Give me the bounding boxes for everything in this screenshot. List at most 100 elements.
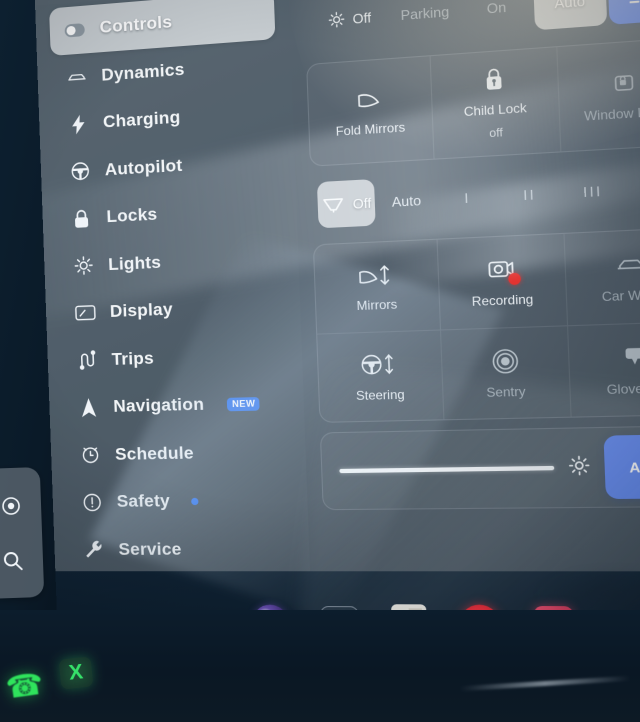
brightness-slider[interactable] [339, 465, 555, 474]
wipers-speed-1-label: I [464, 189, 471, 206]
sidebar-item-label: Locks [106, 204, 158, 227]
sidebar-item-trips[interactable]: Trips [61, 330, 288, 385]
cell-label: Fold Mirrors [335, 119, 406, 139]
display-icon [74, 305, 97, 322]
sidebar-item-schedule[interactable]: Schedule [64, 427, 291, 479]
sidebar-item-label: Service [118, 538, 182, 559]
locate-icon[interactable] [0, 494, 22, 517]
lights-off-label: Off [352, 9, 372, 27]
cell-label: Steering [355, 386, 405, 403]
glovebox-button[interactable]: Glovebox [567, 321, 640, 417]
quick-actions-grid: Mirrors Recording Car Wash Steering Sent… [312, 226, 640, 423]
brightness-auto-button[interactable]: Auto [603, 434, 640, 500]
lights-parking-label: Parking [400, 2, 450, 23]
car-wash-icon [615, 249, 640, 280]
brightness-auto-label: Auto [628, 458, 640, 476]
grid-row: Steering Sentry Glovebox [317, 320, 640, 422]
recording-indicator-dot [508, 272, 522, 286]
wrench-icon [82, 540, 105, 559]
search-icon[interactable] [2, 549, 25, 572]
cell-label: Recording [471, 291, 534, 310]
car-icon [65, 70, 87, 84]
child-lock-icon [483, 64, 504, 94]
sidebar-item-label: Display [109, 299, 174, 322]
lights-auto-label: Auto [554, 0, 586, 11]
steering-button[interactable]: Steering [317, 331, 443, 422]
sidebar-nav: Controls Dynamics Charging Autopilot Loc… [35, 0, 311, 607]
sidebar-item-display[interactable]: Display [59, 281, 286, 337]
wipers-off-button[interactable]: Off [316, 178, 377, 229]
sidebar-item-label: Safety [116, 491, 171, 512]
car-wash-button[interactable]: Car Wash [563, 227, 640, 326]
sidebar-item-label: Dynamics [101, 59, 185, 85]
high-beam-icon [629, 0, 640, 7]
window-lock-button[interactable]: Window Lock [556, 37, 640, 152]
cell-sublabel: off [489, 126, 504, 141]
car-interior-bottom [0, 610, 640, 722]
window-lock-icon [613, 67, 636, 98]
sidebar-item-label: Charging [102, 107, 181, 132]
lights-parking-button[interactable]: Parking [390, 0, 461, 41]
sun-icon [72, 256, 95, 276]
wipers-segmented-control: Off Auto I II III [310, 155, 640, 235]
sidebar-item-service[interactable]: Service [68, 525, 296, 574]
sidebar-item-navigation[interactable]: Navigation NEW [63, 379, 290, 432]
mirror-lock-panel: Fold Mirrors Child Lock off Window Lock [306, 36, 640, 167]
alarm-clock-icon [79, 445, 102, 465]
sidebar-item-label: Navigation [113, 394, 205, 417]
high-beam-button[interactable] [606, 0, 640, 25]
lock-icon [70, 208, 93, 228]
cell-label: Mirrors [356, 296, 398, 314]
navigation-arrow-icon [77, 397, 100, 418]
recording-button[interactable]: Recording [436, 233, 568, 330]
wipers-speed-2-button[interactable]: II [499, 169, 561, 220]
mirror-icon [354, 84, 384, 114]
glovebox-icon [621, 342, 640, 372]
child-lock-button[interactable]: Child Lock off [429, 47, 561, 159]
road-icon [75, 350, 98, 370]
lights-auto-button[interactable]: Auto [533, 0, 607, 31]
steering-adjust-icon [360, 350, 398, 380]
wipers-speed-4-button[interactable]: IIII [625, 162, 640, 214]
cell-label: Window Lock [583, 103, 640, 124]
controls-content: Off Parking On Auto Fold Mirrors Child L… [288, 0, 640, 571]
wiper-icon [321, 195, 344, 213]
sidebar-item-label: Autopilot [104, 155, 183, 180]
cell-label: Child Lock [463, 100, 527, 120]
wipers-speed-3-label: III [582, 182, 603, 200]
wipers-auto-label: Auto [391, 191, 422, 210]
warning-circle-icon [80, 492, 103, 512]
sidebar-item-label: Trips [111, 348, 155, 369]
cell-label: Car Wash [601, 286, 640, 305]
brightness-panel: Auto [319, 424, 640, 511]
photo-of-tesla-touchscreen: Jacob [0, 0, 640, 722]
toggle-icon [64, 23, 86, 38]
sentry-icon [490, 346, 519, 376]
lights-off-button[interactable]: Off [310, 0, 389, 47]
tesla-screen: Jacob [33, 0, 640, 681]
wipers-speed-1-button[interactable]: I [437, 172, 498, 222]
lights-on-button[interactable]: On [461, 0, 533, 36]
excel-app-reflection-icon: X [58, 656, 94, 690]
status-dot [191, 497, 199, 505]
dashcam-icon [487, 255, 522, 286]
sun-icon [328, 11, 346, 29]
new-badge: NEW [226, 396, 260, 412]
wipers-auto-button[interactable]: Auto [376, 176, 436, 226]
cell-label: Sentry [486, 383, 526, 400]
sentry-button[interactable]: Sentry [439, 326, 571, 420]
sidebar-item-safety[interactable]: Safety [66, 476, 294, 526]
map-side-widget [0, 466, 45, 600]
bolt-icon [67, 114, 90, 135]
fold-mirrors-button[interactable]: Fold Mirrors [307, 56, 433, 165]
grid-row: Mirrors Recording Car Wash [314, 227, 640, 334]
phone-app-reflection-icon: ☎ [3, 667, 46, 706]
wipers-off-label: Off [352, 194, 372, 212]
sidebar-item-label: Lights [107, 252, 162, 274]
mirrors-button[interactable]: Mirrors [314, 240, 440, 334]
brightness-sun-icon [567, 454, 591, 482]
wipers-speed-3-button[interactable]: III [561, 165, 624, 216]
brightness-slider-fill [339, 465, 555, 474]
lights-on-label: On [486, 0, 507, 17]
steering-wheel-icon [68, 161, 91, 182]
